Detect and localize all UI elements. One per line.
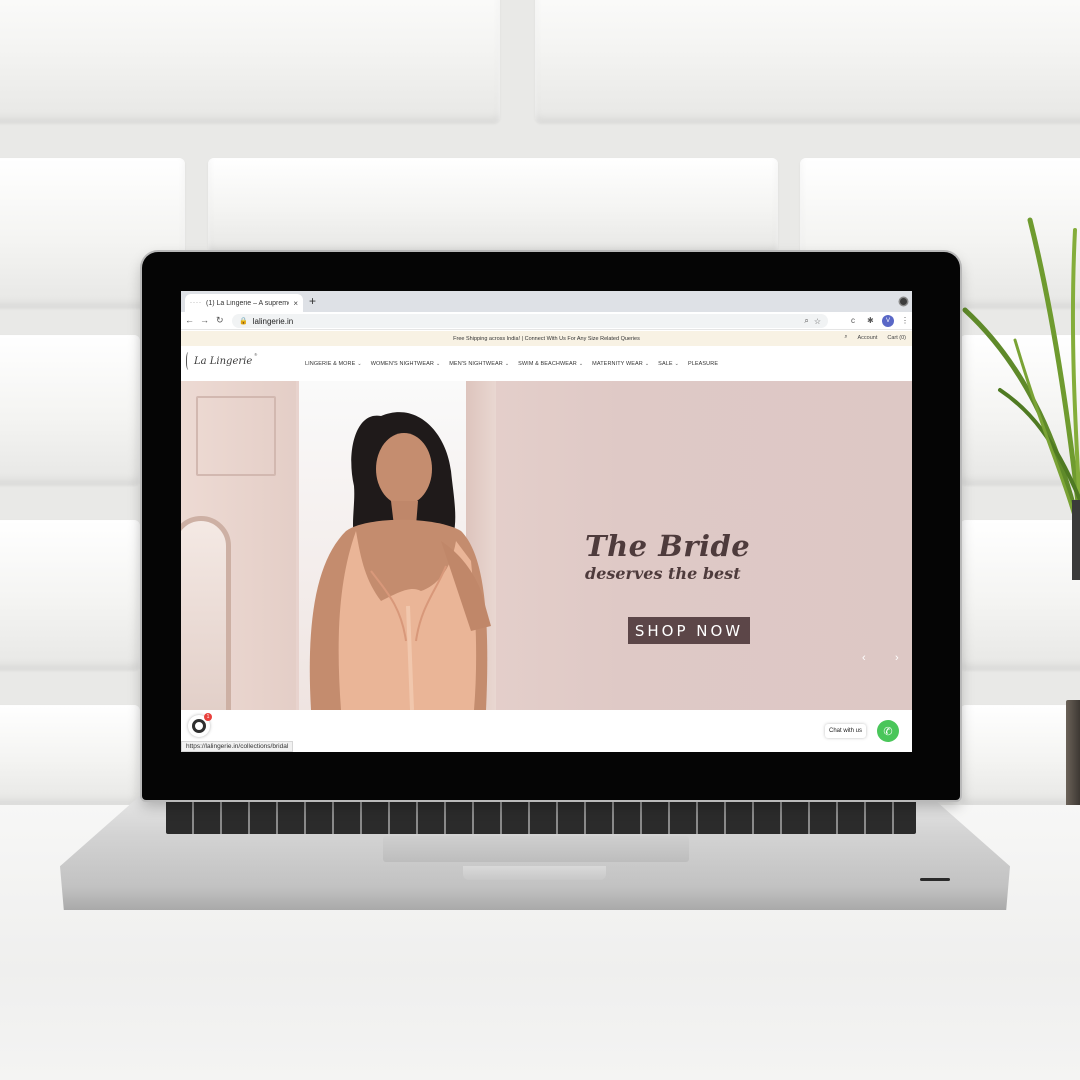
notification-icon <box>192 719 206 733</box>
status-bar-url: https://lalingerie.in/collections/bridal <box>181 741 294 752</box>
laptop-keyboard <box>166 798 916 834</box>
main-nav: LINGERIE & MORE ⌄ WOMEN'S NIGHTWEAR ⌄ MEN'… <box>305 361 718 367</box>
forward-icon[interactable]: → <box>200 314 209 326</box>
reload-icon[interactable]: ↻ <box>216 314 224 326</box>
extensions-puzzle-icon[interactable]: ✱ <box>867 316 874 325</box>
browser-tab-strip: ···· (1) La Lingerie – A supreme of × + <box>181 291 912 312</box>
chat-with-us-label[interactable]: Chat with us <box>825 724 867 738</box>
chevron-down-icon: ⌄ <box>674 361 679 367</box>
announcement-text: Free Shipping across India! | Connect Wi… <box>453 335 640 342</box>
laptop-lid-notch <box>463 866 606 880</box>
logo-text: La Lingerie <box>194 355 253 367</box>
tab-loading-icon: ···· <box>190 300 202 306</box>
nav-item-pleasure[interactable]: PLEASURE <box>688 361 718 367</box>
laptop-screen: ···· (1) La Lingerie – A supreme of × + … <box>181 291 912 752</box>
announcement-bar: Free Shipping across India! | Connect Wi… <box>181 331 912 346</box>
laptop-indicator-light <box>920 878 950 881</box>
profile-avatar[interactable]: V <box>882 315 894 327</box>
record-icon[interactable] <box>900 298 907 305</box>
address-bar[interactable]: 🔒 lalingerie.in ⌕ ☆ <box>232 314 828 328</box>
notification-widget[interactable]: 1 <box>188 713 212 737</box>
chevron-down-icon: ⌄ <box>435 361 441 367</box>
page-bottom-area: 1 https://lalingerie.in/collections/brid… <box>181 710 912 752</box>
wall-molding <box>196 396 276 476</box>
chevron-down-icon: ⌄ <box>644 361 650 367</box>
notification-badge: 1 <box>204 713 212 721</box>
hero-banner[interactable]: The Bride deserves the best SHOP NOW ‹ › <box>181 381 912 710</box>
back-icon[interactable]: ← <box>185 314 194 326</box>
whatsapp-icon[interactable]: ✆ <box>877 720 899 742</box>
browser-tab[interactable]: ···· (1) La Lingerie – A supreme of × <box>185 294 303 312</box>
lock-icon[interactable]: 🔒 <box>239 317 248 325</box>
account-link[interactable]: Account <box>857 335 877 341</box>
nav-item-womens-nightwear[interactable]: WOMEN'S NIGHTWEAR ⌄ <box>371 361 441 367</box>
chevron-down-icon: ⌄ <box>357 361 362 367</box>
header-utilities: ⌕ Account Cart (0) <box>844 334 906 341</box>
browser-menu-icon[interactable]: ⋮ <box>901 316 909 325</box>
nav-label: LINGERIE & MORE <box>305 361 356 367</box>
nav-item-lingerie[interactable]: LINGERIE & MORE ⌄ <box>305 361 362 367</box>
logo-registered-mark: ® <box>254 352 258 357</box>
shop-now-button[interactable]: SHOP NOW <box>628 617 750 644</box>
extension-icon[interactable]: ᴄ <box>851 316 855 325</box>
nav-label: PLEASURE <box>687 361 719 367</box>
bookmark-star-icon[interactable]: ☆ <box>814 317 821 326</box>
zoom-icon[interactable]: ⌕ <box>804 316 808 326</box>
hero-mirror <box>181 516 231 710</box>
tab-title: (1) La Lingerie – A supreme of <box>206 299 290 307</box>
slider-next-icon[interactable]: › <box>895 652 899 664</box>
nav-item-maternity-wear[interactable]: MATERNITY WEAR ⌄ <box>592 361 649 367</box>
nav-label: WOMEN'S NIGHTWEAR <box>370 361 434 367</box>
nav-label: MATERNITY WEAR <box>592 361 643 367</box>
url-text[interactable]: lalingerie.in <box>253 317 800 326</box>
chevron-down-icon: ⌄ <box>578 361 584 367</box>
logo-figure-icon <box>186 352 192 370</box>
nav-label: MEN'S NIGHTWEAR <box>449 361 503 367</box>
potted-plant <box>962 217 1080 580</box>
site-header: La Lingerie ® LINGERIE & MORE ⌄ WOMEN'S N… <box>181 347 912 381</box>
nav-item-sale[interactable]: SALE ⌄ <box>658 361 679 367</box>
hero-model-image <box>309 412 491 710</box>
hero-headline: The Bride <box>585 529 751 563</box>
search-icon[interactable]: ⌕ <box>844 334 847 341</box>
whatsapp-phone-icon: ✆ <box>883 725 893 738</box>
hero-subheadline: deserves the best <box>585 564 741 583</box>
cart-link[interactable]: Cart (0) <box>887 335 906 341</box>
chevron-down-icon: ⌄ <box>504 361 510 367</box>
nav-item-swim-beachwear[interactable]: SWIM & BEACHWEAR ⌄ <box>518 361 583 367</box>
browser-toolbar: ← → ↻ 🔒 lalingerie.in ⌕ ☆ ᴄ ✱ V ⋮ <box>181 312 912 330</box>
nav-label: SALE <box>658 361 673 367</box>
laptop-trackpad <box>383 836 689 862</box>
nav-item-mens-nightwear[interactable]: MEN'S NIGHTWEAR ⌄ <box>449 361 509 367</box>
slider-prev-icon[interactable]: ‹ <box>862 652 866 664</box>
site-logo[interactable]: La Lingerie ® <box>186 352 257 370</box>
new-tab-button[interactable]: + <box>309 294 316 308</box>
tab-close-icon[interactable]: × <box>293 299 298 308</box>
nav-label: SWIM & BEACHWEAR <box>518 361 577 367</box>
